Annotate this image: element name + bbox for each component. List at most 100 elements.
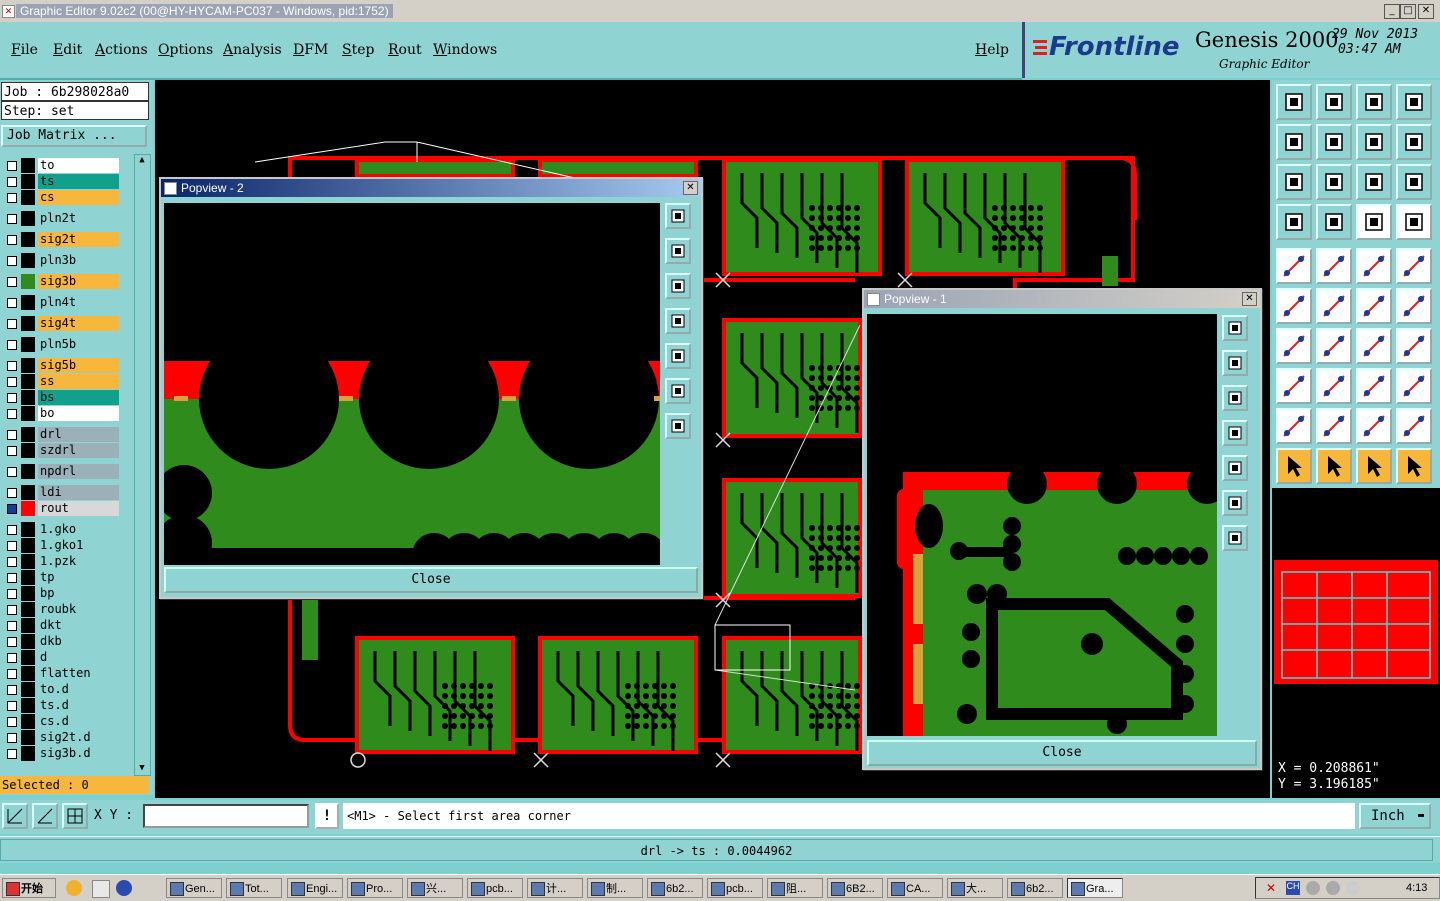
cross-tool-button[interactable] xyxy=(1316,288,1352,324)
layer-row-ss[interactable]: ss xyxy=(3,374,119,389)
select-area-tool-button[interactable] xyxy=(1276,368,1312,404)
close-window-button[interactable]: ✕ xyxy=(1418,4,1434,19)
popview-2-window[interactable]: Popview - 2 ✕ Close xyxy=(159,177,703,599)
layer-row-sig5b[interactable]: sig5b xyxy=(3,358,119,373)
popview-zoom-in-button[interactable] xyxy=(665,238,691,264)
layer-row-pln4t[interactable]: pln4t xyxy=(3,295,119,310)
popview-fit-button[interactable] xyxy=(665,378,691,404)
menu-options[interactable]: Options xyxy=(158,42,213,58)
layer-row-cs[interactable]: cs xyxy=(3,190,119,205)
layer-checkbox[interactable] xyxy=(7,733,17,743)
tray-icon[interactable] xyxy=(1306,881,1320,895)
export-tool-button[interactable] xyxy=(1316,124,1352,160)
layer-checkbox[interactable] xyxy=(7,298,17,308)
arch-tool-button[interactable] xyxy=(1356,408,1392,444)
ruler-tool-button[interactable] xyxy=(1356,248,1392,284)
layer-row-flatten[interactable]: flatten xyxy=(3,666,119,681)
profile-tool-button[interactable] xyxy=(1396,124,1432,160)
layer-checkbox[interactable] xyxy=(7,701,17,711)
popview-center-button[interactable] xyxy=(665,413,691,439)
h-line-tool-button[interactable] xyxy=(1316,368,1352,404)
layer-color-swatch[interactable] xyxy=(21,427,35,442)
layer-color-swatch[interactable] xyxy=(21,586,35,601)
taskbar-item[interactable]: Gen... xyxy=(166,878,222,898)
zoom-fit-tool-button[interactable] xyxy=(1276,164,1312,200)
layer-row-ts[interactable]: ts xyxy=(3,174,119,189)
menu-file[interactable]: File xyxy=(11,42,38,58)
start-button[interactable]: 开始 xyxy=(2,878,56,898)
tray-icon[interactable] xyxy=(1326,881,1340,895)
layer-color-swatch[interactable] xyxy=(21,570,35,585)
layer-checkbox[interactable] xyxy=(7,605,17,615)
layer-row-pln3b[interactable]: pln3b xyxy=(3,253,119,268)
panel-overview-map[interactable] xyxy=(1272,488,1440,758)
popview-pan-right-button[interactable] xyxy=(665,343,691,369)
layer-checkbox[interactable] xyxy=(7,749,17,759)
layer-row-sig4t[interactable]: sig4t xyxy=(3,316,119,331)
layer-color-swatch[interactable] xyxy=(21,174,35,189)
popview-pan-right-button[interactable] xyxy=(1222,455,1248,481)
layer-color-swatch[interactable] xyxy=(21,295,35,310)
layer-checkbox[interactable] xyxy=(7,717,17,727)
measure-alt-tool-button[interactable] xyxy=(1396,204,1432,240)
layer-row-sig3b[interactable]: sig3b xyxy=(3,274,119,289)
popview-2-close-icon[interactable]: ✕ xyxy=(683,181,698,195)
graphic-canvas[interactable]: Popview - 2 ✕ Close Popview - 1 ✕ Close xyxy=(155,80,1270,798)
layer-color-swatch[interactable] xyxy=(21,682,35,697)
arc-tool-button[interactable] xyxy=(1356,328,1392,364)
layer-color-swatch[interactable] xyxy=(21,618,35,633)
layer-color-swatch[interactable] xyxy=(21,374,35,389)
menu-rout[interactable]: Rout xyxy=(388,42,422,58)
layer-checkbox[interactable] xyxy=(7,621,17,631)
taskbar-item[interactable]: 大... xyxy=(947,878,1003,898)
minimize-button[interactable]: _ xyxy=(1384,4,1400,19)
layer-checkbox[interactable] xyxy=(7,573,17,583)
layer-checkbox[interactable] xyxy=(7,488,17,498)
menu-analysis[interactable]: Analysis xyxy=(223,42,282,58)
popview-pan-left-button[interactable] xyxy=(665,308,691,334)
pointer-lock-tool-button[interactable] xyxy=(1356,448,1392,484)
layer-row-dkt[interactable]: dkt xyxy=(3,618,119,633)
layer-color-swatch[interactable] xyxy=(21,650,35,665)
ime-icon[interactable]: CH xyxy=(1286,881,1300,895)
popview-zoom-out-button[interactable] xyxy=(1222,385,1248,411)
menu-edit[interactable]: Edit xyxy=(53,42,82,58)
taskbar-item[interactable]: Pro... xyxy=(347,878,403,898)
import-tool-button[interactable] xyxy=(1276,124,1312,160)
popview-1-close-icon[interactable]: ✕ xyxy=(1242,292,1257,306)
layer-row-1-gko1[interactable]: 1.gko1 xyxy=(3,538,119,553)
pointer-tool-button[interactable] xyxy=(1276,448,1312,484)
layer-color-swatch[interactable] xyxy=(21,464,35,479)
group-tool-button[interactable] xyxy=(1396,368,1432,404)
quicklaunch-icon[interactable] xyxy=(66,880,82,896)
layer-checkbox[interactable] xyxy=(7,340,17,350)
menu-windows[interactable]: Windows xyxy=(433,42,497,58)
layer-color-swatch[interactable] xyxy=(21,522,35,537)
menu-actions[interactable]: Actions xyxy=(95,42,148,58)
layer-color-swatch[interactable] xyxy=(21,406,35,421)
layer-row-szdrl[interactable]: szdrl xyxy=(3,443,119,458)
scroll-up-icon[interactable]: ▲ xyxy=(136,155,148,167)
layer-row-1-gko[interactable]: 1.gko xyxy=(3,522,119,537)
layer-color-swatch[interactable] xyxy=(21,390,35,405)
layer-color-swatch[interactable] xyxy=(21,358,35,373)
quicklaunch-icon[interactable] xyxy=(92,880,110,898)
grid-tool-button[interactable] xyxy=(1316,204,1352,240)
layer-checkbox[interactable] xyxy=(7,319,17,329)
menu-help[interactable]: Help xyxy=(975,42,1009,58)
layer-checkbox[interactable] xyxy=(7,377,17,387)
grid-mode-button[interactable] xyxy=(62,803,88,829)
layer-color-swatch[interactable] xyxy=(21,211,35,226)
layer-row-roubk[interactable]: roubk xyxy=(3,602,119,617)
layer-color-swatch[interactable] xyxy=(21,443,35,458)
taskbar-item[interactable]: Engi... xyxy=(287,878,343,898)
layer-checkbox[interactable] xyxy=(7,653,17,663)
layer-list-scrollbar[interactable]: ▲ ▼ xyxy=(134,154,151,776)
layer-row-tp[interactable]: tp xyxy=(3,570,119,585)
snap-mode-button[interactable] xyxy=(2,803,28,829)
zoom-all-tool-button[interactable] xyxy=(1316,164,1352,200)
layer-checkbox[interactable] xyxy=(7,557,17,567)
layer-checkbox[interactable] xyxy=(7,193,17,203)
popview-1-close-button[interactable]: Close xyxy=(867,740,1257,766)
taskbar-item[interactable]: pcb... xyxy=(467,878,523,898)
